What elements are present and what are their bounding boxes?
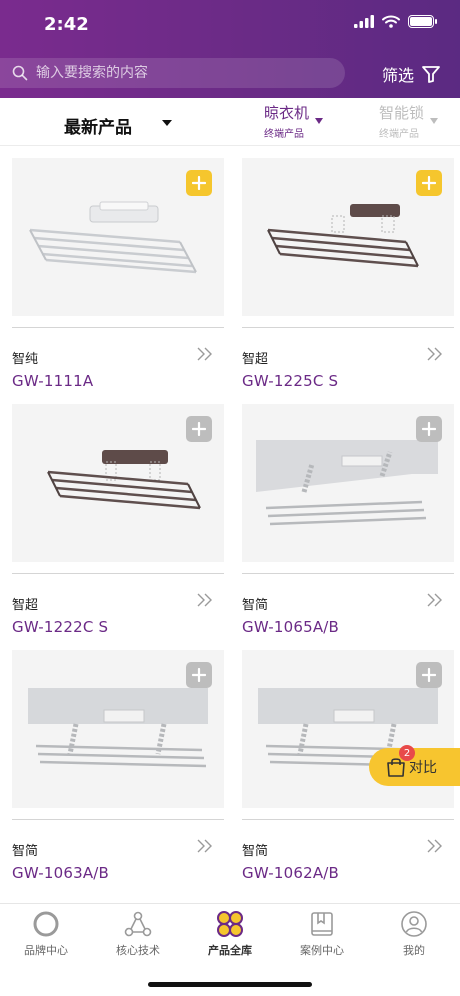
search-input[interactable]: [36, 65, 316, 81]
product-image: [12, 650, 224, 808]
product-card[interactable]: 智超 GW-1222C S: [12, 404, 224, 650]
product-series: 智超: [12, 598, 39, 613]
add-to-compare-button[interactable]: [186, 416, 212, 442]
tab-label: 核心技术: [116, 944, 160, 957]
product-series: 智简: [242, 844, 269, 859]
network-icon: [124, 911, 152, 937]
plus-icon: [422, 422, 436, 436]
wifi-icon: [382, 15, 400, 28]
double-chevron-right-icon[interactable]: [426, 592, 444, 608]
plus-icon: [422, 668, 436, 682]
plus-icon: [192, 422, 206, 436]
double-chevron-right-icon[interactable]: [426, 346, 444, 362]
tab-label: 产品全库: [208, 944, 252, 957]
tab-core-tech[interactable]: 核心技术: [92, 910, 184, 958]
divider: [242, 819, 454, 820]
compare-count-badge: 2: [399, 745, 415, 761]
product-model: GW-1065A/B: [242, 618, 340, 636]
search-bar[interactable]: [0, 58, 345, 88]
compare-button[interactable]: 2 对比: [369, 745, 460, 786]
tab-label: 案例中心: [300, 944, 344, 957]
tab-product-library[interactable]: 产品全库: [184, 910, 276, 958]
tab-label: 品牌中心: [24, 944, 68, 957]
plus-icon: [192, 668, 206, 682]
product-series: 智纯: [12, 352, 39, 367]
divider: [12, 327, 224, 328]
signal-icon: [354, 15, 374, 28]
category-bar: 最新产品 晾衣机 终端产品 智能锁 终端产品: [0, 98, 460, 146]
product-model: GW-1225C S: [242, 372, 339, 390]
product-image: [12, 404, 224, 562]
divider: [242, 327, 454, 328]
caret-down-icon: [315, 118, 323, 124]
product-series: 智超: [242, 352, 269, 367]
add-to-compare-button[interactable]: [416, 662, 442, 688]
add-to-compare-button[interactable]: [416, 416, 442, 442]
tab-mine[interactable]: 我的: [368, 910, 460, 958]
filter-icon: [422, 65, 440, 83]
divider: [12, 573, 224, 574]
product-series: 智简: [242, 598, 269, 613]
divider: [12, 819, 224, 820]
filter-label: 筛选: [381, 66, 414, 85]
product-model: GW-1222C S: [12, 618, 109, 636]
book-icon: [311, 912, 333, 936]
product-card[interactable]: 智简 GW-1063A/B: [12, 650, 224, 896]
product-series: 智简: [12, 844, 39, 859]
category-clothes-dryer[interactable]: 晾衣机 终端产品: [264, 102, 323, 140]
add-to-compare-button[interactable]: [416, 170, 442, 196]
status-bar: 2:42: [0, 0, 460, 50]
caret-down-icon[interactable]: [162, 120, 172, 126]
product-model: GW-1063A/B: [12, 864, 110, 882]
circle-icon: [33, 911, 59, 937]
category-label: 晾衣机: [264, 104, 310, 122]
tab-brand-center[interactable]: 品牌中心: [0, 910, 92, 958]
product-image: [12, 158, 224, 316]
product-model: GW-1062A/B: [242, 864, 340, 882]
user-icon: [401, 911, 427, 937]
double-chevron-right-icon[interactable]: [196, 346, 214, 362]
status-time: 2:42: [44, 14, 89, 35]
tab-case-center[interactable]: 案例中心: [276, 910, 368, 958]
battery-icon: [408, 15, 437, 28]
app-header: 2:42 筛选: [0, 0, 460, 98]
caret-down-icon: [430, 118, 438, 124]
category-label: 智能锁: [379, 104, 425, 122]
add-to-compare-button[interactable]: [186, 662, 212, 688]
product-card[interactable]: 智纯 GW-1111A: [12, 158, 224, 404]
compare-label: 对比: [409, 760, 437, 776]
divider: [242, 573, 454, 574]
category-sub-label: 终端产品: [264, 129, 304, 140]
latest-products-sort[interactable]: 最新产品: [64, 113, 132, 138]
add-to-compare-button[interactable]: [186, 170, 212, 196]
product-model: GW-1111A: [12, 372, 94, 390]
search-icon: [12, 65, 28, 81]
category-smart-lock[interactable]: 智能锁 终端产品: [379, 102, 438, 140]
plus-icon: [192, 176, 206, 190]
status-icons: [354, 15, 437, 28]
tab-label: 我的: [403, 944, 425, 957]
double-chevron-right-icon[interactable]: [196, 592, 214, 608]
product-card[interactable]: 智简 GW-1065A/B: [242, 404, 454, 650]
product-image: [242, 404, 454, 562]
petals-icon: [217, 911, 243, 937]
filter-button[interactable]: 筛选: [382, 62, 440, 86]
category-sub-label: 终端产品: [379, 129, 419, 140]
double-chevron-right-icon[interactable]: [196, 838, 214, 854]
product-card[interactable]: 智超 GW-1225C S: [242, 158, 454, 404]
double-chevron-right-icon[interactable]: [426, 838, 444, 854]
product-image: [242, 158, 454, 316]
plus-icon: [422, 176, 436, 190]
home-indicator: [148, 982, 312, 987]
